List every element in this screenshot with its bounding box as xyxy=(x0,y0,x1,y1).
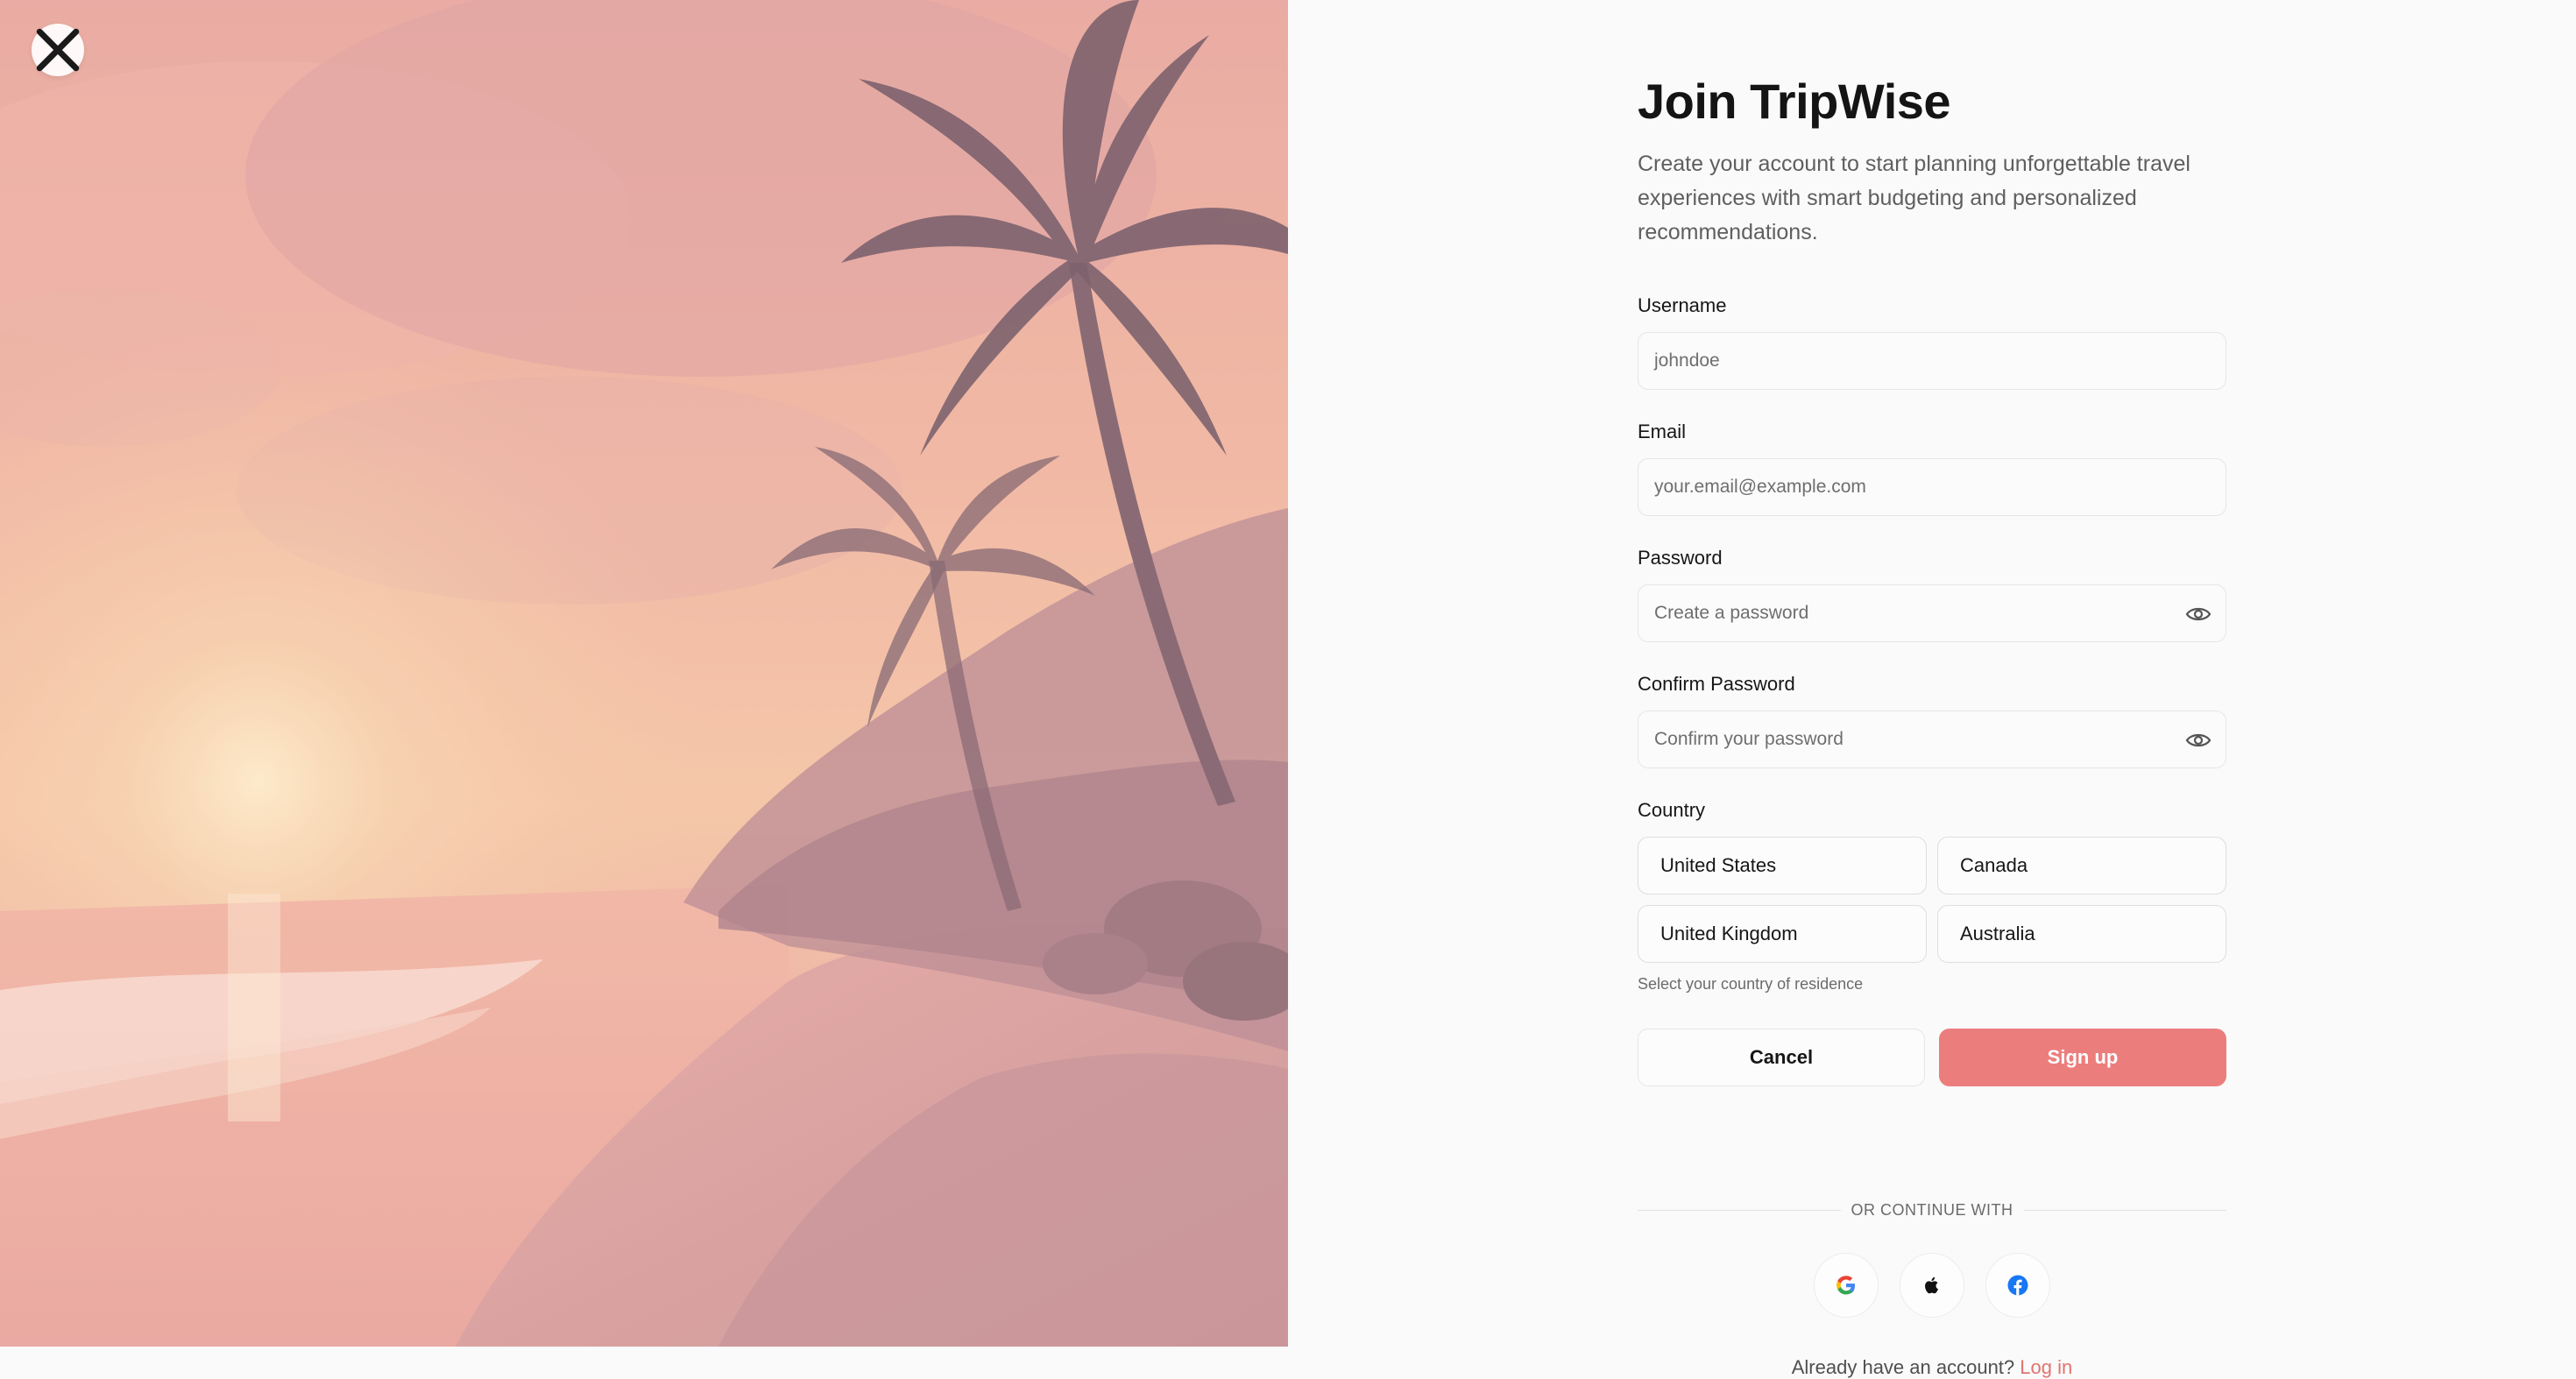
country-option-united-states[interactable]: United States xyxy=(1638,837,1927,895)
country-option-canada[interactable]: Canada xyxy=(1937,837,2226,895)
country-label: Country xyxy=(1638,799,1706,821)
email-label: Email xyxy=(1638,421,1687,442)
username-placeholder: johndoe xyxy=(1654,350,1720,371)
confirm-password-input[interactable]: Confirm your password xyxy=(1638,711,2226,768)
eye-icon[interactable] xyxy=(2185,603,2212,626)
username-group: Username johndoe xyxy=(1638,293,2226,390)
social-login-buttons xyxy=(1638,1253,2226,1318)
login-prompt-text: Already have an account? xyxy=(1791,1356,2015,1378)
facebook-login-button[interactable] xyxy=(1985,1253,2050,1318)
country-group: Country United States Canada United King… xyxy=(1638,797,2226,994)
password-label: Password xyxy=(1638,547,1723,569)
page-title: Join TripWise xyxy=(1638,74,1951,129)
apple-icon xyxy=(1925,1276,1938,1294)
form-actions: Cancel Sign up xyxy=(1638,1029,2226,1086)
country-hint: Select your country of residence xyxy=(1638,975,1864,993)
confirm-password-group: Confirm Password Confirm your password xyxy=(1638,671,2226,768)
signup-panel: Join TripWise Create your account to sta… xyxy=(1288,0,2576,1378)
login-prompt: Already have an account? Log in xyxy=(1638,1356,2226,1379)
email-input[interactable]: your.email@example.com xyxy=(1638,458,2226,516)
close-button[interactable] xyxy=(32,24,84,76)
confirm-password-label: Confirm Password xyxy=(1638,673,1795,695)
google-icon xyxy=(1836,1276,1855,1295)
email-placeholder: your.email@example.com xyxy=(1654,477,1866,497)
hero-image xyxy=(0,0,1288,1347)
password-placeholder: Create a password xyxy=(1654,603,1809,623)
divider-line-right xyxy=(2023,1209,2226,1211)
cancel-button[interactable]: Cancel xyxy=(1638,1029,1925,1086)
page-subtitle: Create your account to start planning un… xyxy=(1638,152,2190,244)
signup-button[interactable]: Sign up xyxy=(1939,1029,2226,1086)
divider-text: OR CONTINUE WITH xyxy=(1851,1200,2013,1219)
password-group: Password Create a password xyxy=(1638,545,2226,642)
apple-login-button[interactable] xyxy=(1900,1253,1964,1318)
email-group: Email your.email@example.com xyxy=(1638,419,2226,516)
eye-icon[interactable] xyxy=(2185,729,2212,752)
divider-line-left xyxy=(1638,1209,1841,1211)
username-input[interactable]: johndoe xyxy=(1638,332,2226,390)
close-icon xyxy=(36,28,80,72)
confirm-password-placeholder: Confirm your password xyxy=(1654,729,1844,749)
country-option-australia[interactable]: Australia xyxy=(1937,905,2226,963)
country-options: United States Canada United Kingdom Aust… xyxy=(1638,837,2226,963)
password-input[interactable]: Create a password xyxy=(1638,584,2226,642)
country-option-united-kingdom[interactable]: United Kingdom xyxy=(1638,905,1927,963)
facebook-icon xyxy=(2007,1275,2028,1296)
or-divider: OR CONTINUE WITH xyxy=(1638,1199,2226,1221)
beach-sunset-illustration xyxy=(0,0,1288,1347)
google-login-button[interactable] xyxy=(1814,1253,1879,1318)
login-link[interactable]: Log in xyxy=(2020,1356,2072,1378)
username-label: Username xyxy=(1638,294,1727,316)
signup-form: Join TripWise Create your account to sta… xyxy=(1638,70,2226,1378)
